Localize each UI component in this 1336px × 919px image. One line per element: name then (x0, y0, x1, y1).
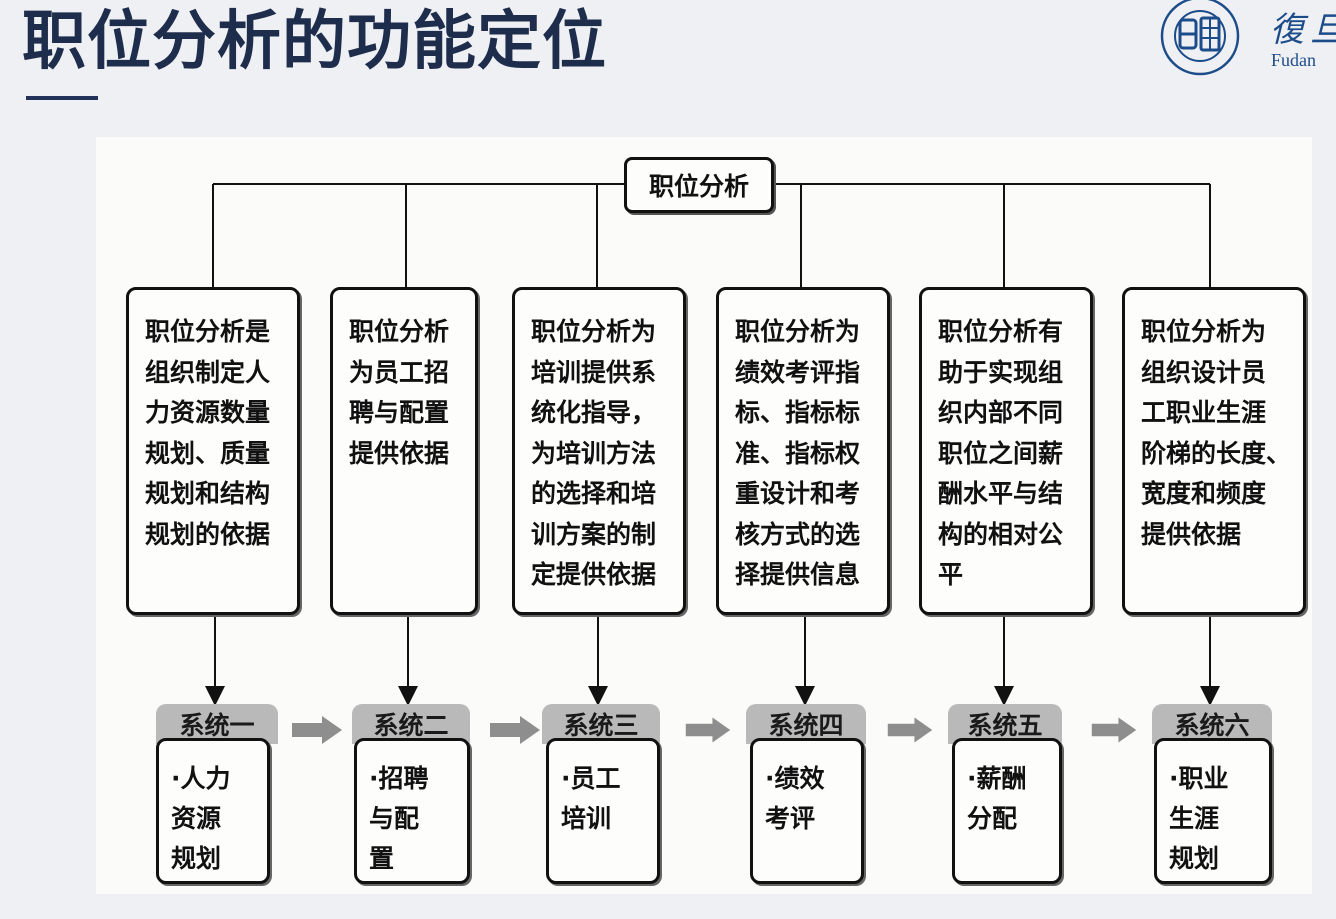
function-box-6: 职位分析为 组织设计员 工职业生涯 阶梯的长度、 宽度和频度 提供依据 (1122, 287, 1306, 615)
function-box-1: 职位分析是 组织制定人 力资源数量 规划、质量 规划和结构 规划的依据 (126, 287, 300, 615)
flow-arrow-icon (292, 716, 342, 744)
flow-arrow-icon (1091, 717, 1137, 743)
slide-title: 职位分析的功能定位 (22, 5, 607, 79)
flow-arrow-icon (490, 716, 540, 744)
system-box-1: ·人力 资源 规划 (156, 738, 270, 884)
function-box-2: 职位分析 为员工招 聘与配置 提供依据 (330, 287, 478, 615)
system-box-5: ·薪酬 分配 (952, 738, 1062, 884)
flow-arrow-icon (887, 717, 933, 743)
title-underline (26, 96, 98, 100)
function-diagram: 职位分析 职位分析是 组织制定人 力资源数量 规划、质量 规划和结构 规划的依据… (96, 137, 1312, 894)
system-box-2: ·招聘 与配 置 (354, 738, 470, 884)
function-box-3: 职位分析为 培训提供系 统化指导， 为培训方法 的选择和培 训方案的制 定提供依… (512, 287, 686, 615)
fudan-logo: 復旦 Fudan (1156, 0, 1336, 80)
logo-text: Fudan (1271, 50, 1316, 70)
function-box-5: 职位分析有 助于实现组 织内部不同 职位之间薪 酬水平与结 构的相对公 平 (919, 287, 1093, 615)
university-seal-icon (1160, 0, 1240, 76)
flow-arrow-icon (685, 717, 731, 743)
system-box-3: ·员工 培训 (546, 738, 660, 884)
system-box-4: ·绩效 考评 (750, 738, 864, 884)
function-box-4: 职位分析为 绩效考评指 标、指标标 准、指标权 重设计和考 核方式的选 择提供信… (716, 287, 890, 615)
logo-script-text: 復旦 (1270, 10, 1336, 50)
root-node: 职位分析 (624, 157, 774, 213)
system-box-6: ·职业 生涯 规划 (1154, 738, 1272, 884)
